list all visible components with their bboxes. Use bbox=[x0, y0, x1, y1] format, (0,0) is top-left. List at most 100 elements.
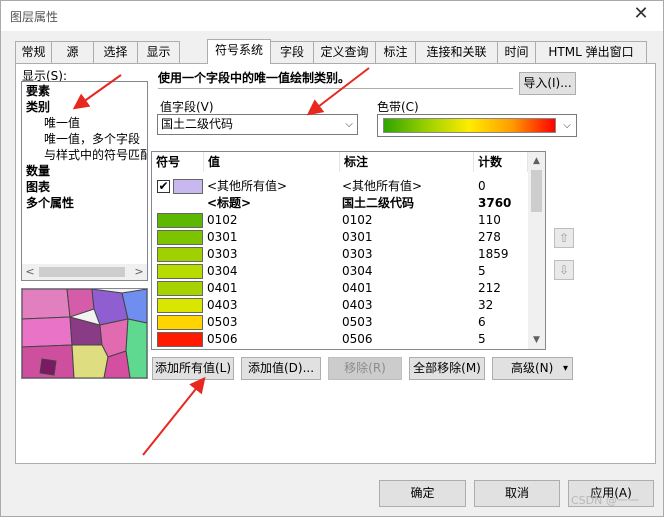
table-row[interactable]: 0506 0506 5 bbox=[152, 331, 528, 348]
row-count: 278 bbox=[478, 230, 501, 244]
row-label: 0303 bbox=[342, 247, 373, 261]
chevron-down-icon[interactable]: ⌵ bbox=[341, 115, 357, 134]
row-value: 0401 bbox=[207, 281, 238, 295]
tree-item-unique-values-many-fields[interactable]: 唯一值，多个字段 bbox=[44, 132, 140, 147]
remove-all-button[interactable]: 全部移除(M) bbox=[409, 357, 485, 380]
row-value: 0102 bbox=[207, 213, 238, 227]
table-row-heading[interactable]: <标题> 国土二级代码 3760 bbox=[152, 195, 528, 212]
color-ramp-select[interactable]: ⌵ bbox=[377, 114, 577, 137]
ok-button[interactable]: 确定 bbox=[379, 480, 466, 507]
symbol-swatch[interactable] bbox=[157, 332, 203, 347]
add-all-values-button[interactable]: 添加所有值(L) bbox=[152, 357, 234, 380]
tree-item-quantities[interactable]: 数量 bbox=[26, 164, 50, 179]
tree-item-match-style[interactable]: 与样式中的符号匹配 bbox=[44, 148, 147, 163]
column-header-symbol[interactable]: 符号 bbox=[152, 152, 204, 172]
symbol-swatch[interactable] bbox=[157, 264, 203, 279]
table-row[interactable]: 0503 0503 6 bbox=[152, 314, 528, 331]
row-label: 国土二级代码 bbox=[342, 196, 415, 210]
row-count: 3760 bbox=[478, 196, 512, 210]
tree-item-charts[interactable]: 图表 bbox=[26, 180, 50, 195]
renderer-tree: 要素 类别 唯一值 唯一值，多个字段 与样式中的符号匹配 数量 图表 多个属性 … bbox=[21, 81, 148, 281]
table-row[interactable]: 0403 0403 32 bbox=[152, 297, 528, 314]
table-row[interactable]: 0301 0301 278 bbox=[152, 229, 528, 246]
row-label: 0102 bbox=[342, 213, 373, 227]
tree-item-multiple-attributes[interactable]: 多个属性 bbox=[26, 196, 74, 211]
tab-time[interactable]: 时间 bbox=[497, 41, 536, 63]
row-count: 32 bbox=[478, 298, 494, 312]
column-header-label[interactable]: 标注 bbox=[340, 152, 474, 172]
color-ramp-label: 色带(C) bbox=[377, 100, 419, 114]
row-value: <标题> bbox=[207, 196, 252, 210]
column-header-count[interactable]: 计数 bbox=[474, 152, 528, 172]
window-title: 图层属性 bbox=[10, 10, 59, 24]
advanced-button[interactable]: 高级(N) ▾ bbox=[492, 357, 573, 380]
symbol-swatch[interactable] bbox=[157, 298, 203, 313]
scroll-right-icon[interactable]: > bbox=[132, 264, 146, 280]
table-row-other[interactable]: ✔ <其他所有值> <其他所有值> 0 bbox=[152, 178, 528, 195]
row-label: 0503 bbox=[342, 315, 373, 329]
row-value: 0304 bbox=[207, 264, 238, 278]
tab-display[interactable]: 显示 bbox=[137, 41, 180, 63]
tab-labels[interactable]: 标注 bbox=[375, 41, 416, 63]
table-row[interactable]: 0304 0304 5 bbox=[152, 263, 528, 280]
row-count: 0 bbox=[478, 179, 486, 193]
symbol-swatch[interactable] bbox=[157, 230, 203, 245]
dropdown-arrow-icon: ▾ bbox=[562, 363, 568, 374]
row-count: 5 bbox=[478, 264, 486, 278]
row-count: 6 bbox=[478, 315, 486, 329]
table-header: 符号 值 标注 计数 bbox=[152, 152, 528, 172]
import-button[interactable]: 导入(I)... bbox=[519, 72, 576, 95]
scroll-thumb[interactable] bbox=[39, 267, 125, 277]
symbol-swatch[interactable] bbox=[157, 281, 203, 296]
row-value: 0303 bbox=[207, 247, 238, 261]
column-header-value[interactable]: 值 bbox=[204, 152, 340, 172]
watermark: CSDN @一一 bbox=[571, 494, 639, 507]
symbol-swatch[interactable] bbox=[157, 213, 203, 228]
layer-properties-dialog: 图层属性 ✕ 常规 源 选择 显示 符号系统 字段 定义查询 标注 连接和关联 … bbox=[0, 0, 664, 517]
tab-definition-query[interactable]: 定义查询 bbox=[313, 41, 376, 63]
symbol-swatch[interactable] bbox=[173, 179, 203, 194]
close-icon[interactable]: ✕ bbox=[629, 3, 653, 27]
renderer-description: 使用一个字段中的唯一值绘制类别。 bbox=[158, 69, 513, 89]
table-row[interactable]: 0102 0102 110 bbox=[152, 212, 528, 229]
row-label: 0301 bbox=[342, 230, 373, 244]
scroll-thumb[interactable] bbox=[531, 170, 542, 212]
tab-selection[interactable]: 选择 bbox=[93, 41, 138, 63]
row-label: <其他所有值> bbox=[342, 179, 423, 193]
tree-item-categories[interactable]: 类别 bbox=[26, 100, 50, 115]
row-count: 110 bbox=[478, 213, 501, 227]
tab-source[interactable]: 源 bbox=[51, 41, 94, 63]
table-row[interactable]: 0401 0401 212 bbox=[152, 280, 528, 297]
tab-html-popup[interactable]: HTML 弹出窗口 bbox=[535, 41, 647, 63]
checkbox-checked-icon[interactable]: ✔ bbox=[157, 180, 170, 193]
scroll-up-icon[interactable]: ▲ bbox=[528, 153, 545, 169]
row-label: 0506 bbox=[342, 332, 373, 346]
add-values-button[interactable]: 添加值(D)... bbox=[241, 357, 321, 380]
row-label: 0304 bbox=[342, 264, 373, 278]
row-value: 0301 bbox=[207, 230, 238, 244]
tab-symbology[interactable]: 符号系统 bbox=[207, 39, 271, 64]
title-bar: 图层属性 ✕ bbox=[1, 1, 663, 31]
tab-joins-relates[interactable]: 连接和关联 bbox=[415, 41, 498, 63]
tab-general[interactable]: 常规 bbox=[15, 41, 52, 63]
move-up-button[interactable]: ⇧ bbox=[554, 228, 574, 248]
table-row[interactable]: 0303 0303 1859 bbox=[152, 246, 528, 263]
color-ramp-gradient bbox=[383, 118, 556, 133]
chevron-down-icon[interactable]: ⌵ bbox=[560, 117, 574, 135]
remove-button[interactable]: 移除(R) bbox=[328, 357, 402, 380]
tree-horizontal-scrollbar[interactable]: < > bbox=[22, 264, 147, 280]
row-count: 212 bbox=[478, 281, 501, 295]
value-field-select[interactable]: 国土二级代码 ⌵ bbox=[157, 114, 358, 135]
row-value: 0503 bbox=[207, 315, 238, 329]
row-value: 0403 bbox=[207, 298, 238, 312]
tree-item-features[interactable]: 要素 bbox=[26, 84, 50, 99]
tree-item-unique-values[interactable]: 唯一值 bbox=[44, 116, 80, 131]
tab-fields[interactable]: 字段 bbox=[270, 41, 314, 63]
symbol-swatch[interactable] bbox=[157, 247, 203, 262]
symbol-swatch[interactable] bbox=[157, 315, 203, 330]
scroll-left-icon[interactable]: < bbox=[23, 264, 37, 280]
move-down-button[interactable]: ⇩ bbox=[554, 260, 574, 280]
scroll-down-icon[interactable]: ▼ bbox=[528, 332, 545, 348]
cancel-button[interactable]: 取消 bbox=[474, 480, 560, 507]
table-vertical-scrollbar[interactable]: ▲ ▼ bbox=[528, 152, 545, 349]
